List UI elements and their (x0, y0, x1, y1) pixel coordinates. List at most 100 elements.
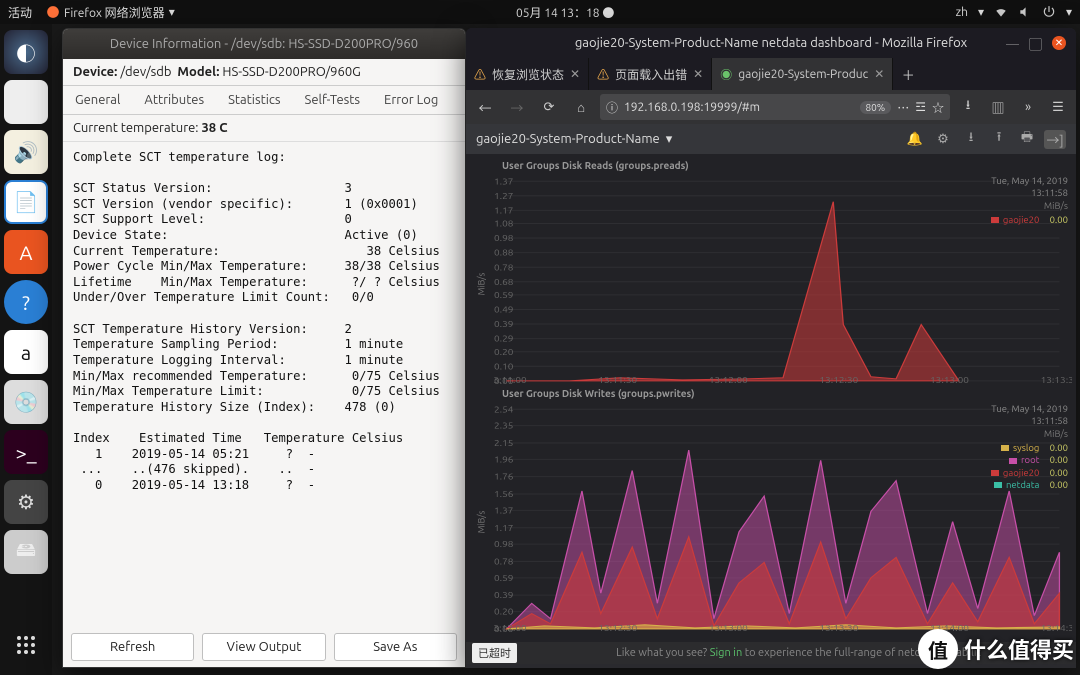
url-bar[interactable]: ⓘ 192.168.0.198:19999/#m 80% ⋯ ☲ ☆ (600, 94, 950, 120)
chart-pwrites[interactable]: MiB/s Tue, May 14, 2019 13:11:58 MiB/s s… (494, 399, 1072, 634)
svg-text:0.59: 0.59 (494, 573, 513, 583)
power-icon[interactable] (1042, 5, 1056, 19)
refresh-button[interactable]: Refresh (71, 633, 194, 661)
svg-text:0.20: 0.20 (494, 347, 513, 357)
back-button[interactable]: ← (472, 94, 498, 120)
signin-link[interactable]: Sign in (710, 647, 743, 659)
tab-attributes[interactable]: Attributes (132, 86, 216, 114)
ylabel: MiB/s (476, 510, 486, 533)
bell-icon[interactable]: 🔔 (904, 132, 926, 147)
svg-text:1.27: 1.27 (494, 191, 513, 201)
dock-app-libreoffice[interactable]: 📄 (4, 180, 48, 224)
activities-button[interactable]: 活动 (8, 4, 32, 21)
menu-icon[interactable]: ☰ (1046, 100, 1070, 115)
warning-icon: ⚠ (597, 66, 609, 83)
dock-app-files[interactable]: 🗂 (4, 80, 48, 124)
dock-app-software[interactable]: A (4, 230, 48, 274)
tab-load-error[interactable]: ⚠页面载入出错✕ (589, 58, 712, 90)
window-minimize-icon[interactable]: ─ (1006, 34, 1019, 53)
dock-app-deepin[interactable]: ◐ (4, 30, 48, 74)
dock-app-disks[interactable]: 💿 (4, 380, 48, 424)
dock-app-rhythmbox[interactable]: 🔊 (4, 130, 48, 174)
svg-text:2.54: 2.54 (494, 404, 513, 414)
volume-icon[interactable] (1018, 5, 1032, 19)
svg-text:0.39: 0.39 (494, 319, 513, 329)
signin-icon[interactable]: →] (1044, 130, 1066, 149)
svg-text:13:11:30: 13:11:30 (598, 375, 637, 385)
firefox-icon (46, 5, 60, 19)
svg-text:13:13:00: 13:13:00 (709, 623, 748, 633)
svg-text:13:13:30: 13:13:30 (819, 623, 858, 633)
show-applications[interactable] (4, 623, 48, 667)
dock-app-terminal[interactable]: >_ (4, 430, 48, 474)
close-icon[interactable]: ✕ (874, 67, 884, 81)
gear-icon[interactable]: ⚙ (932, 132, 954, 147)
device-info-head: Device: /dev/sdb Model: HS-SSD-D200PRO/9… (63, 59, 465, 86)
info-icon[interactable]: ⓘ (606, 99, 618, 116)
charts-area: User Groups Disk Reads (groups.preads) M… (466, 154, 1076, 642)
svg-text:13:12:30: 13:12:30 (819, 375, 858, 385)
svg-text:1.96: 1.96 (494, 454, 513, 464)
gsmart-window: Device Information - /dev/sdb: HS-SSD-D2… (62, 28, 466, 668)
svg-text:13:11:00: 13:11:00 (494, 375, 527, 385)
window-close-icon[interactable]: ✕ (1052, 36, 1066, 50)
view-output-button[interactable]: View Output (202, 633, 325, 661)
app-menu[interactable]: Firefox 网络浏览器 ▾ (46, 4, 175, 21)
downloads-icon[interactable]: ⭳ (956, 96, 980, 118)
reload-button[interactable]: ⟳ (536, 94, 562, 120)
new-tab-button[interactable]: ＋ (893, 58, 923, 90)
gsmart-titlebar[interactable]: Device Information - /dev/sdb: HS-SSD-D2… (63, 29, 465, 59)
firefox-tabstrip: ⚠恢复浏览状态✕ ⚠页面载入出错✕ ◉gaojie20-System-Produ… (466, 58, 1076, 90)
chart-preads[interactable]: MiB/s Tue, May 14, 2019 13:11:58 MiB/s g… (494, 171, 1072, 386)
svg-text:13:12:00: 13:12:00 (709, 375, 748, 385)
gsmart-tabs: General Attributes Statistics Self-Tests… (63, 86, 465, 115)
chart1-legend: Tue, May 14, 2019 13:11:58 MiB/s gaojie2… (991, 175, 1068, 226)
overflow-icon[interactable]: » (1016, 100, 1040, 114)
bookmark-star-icon[interactable]: ☆ (932, 99, 944, 116)
tab-netdata[interactable]: ◉gaojie20-System-Produc✕ (712, 58, 893, 90)
input-method[interactable]: zh (956, 6, 968, 19)
close-icon[interactable]: ✕ (570, 67, 580, 81)
tab-self-tests[interactable]: Self-Tests (293, 86, 372, 114)
svg-text:13:12:30: 13:12:30 (598, 623, 637, 633)
library-icon[interactable]: ▥ (986, 98, 1010, 117)
firefox-titlebar[interactable]: gaojie20-System-Product-Name netdata das… (466, 28, 1076, 58)
svg-text:1.37: 1.37 (494, 176, 513, 186)
home-button[interactable]: ⌂ (568, 94, 594, 120)
upload-icon[interactable]: ⭱ (988, 128, 1010, 150)
svg-text:1.08: 1.08 (494, 219, 513, 229)
realtime-badge[interactable]: 已超时 (472, 643, 517, 663)
window-maximize-icon[interactable]: ▢ (1029, 34, 1042, 53)
tab-statistics[interactable]: Statistics (216, 86, 292, 114)
svg-text:0.98: 0.98 (494, 539, 513, 549)
svg-text:0.49: 0.49 (494, 305, 513, 315)
wifi-icon[interactable] (994, 5, 1008, 19)
reader-icon[interactable]: ☲ (915, 100, 926, 114)
clock[interactable]: 05月 14 13：18 (516, 7, 600, 20)
tab-error-log[interactable]: Error Log (372, 86, 450, 114)
more-icon[interactable]: ⋯ (897, 99, 909, 116)
download-icon[interactable]: ⭳ (960, 128, 982, 150)
host-name[interactable]: gaojie20-System-Product-Name (476, 132, 660, 146)
chart2-legend: Tue, May 14, 2019 13:11:58 MiB/s syslog … (991, 403, 1068, 491)
svg-text:0.29: 0.29 (494, 334, 513, 344)
chart2-title: User Groups Disk Writes (groups.pwrites) (502, 388, 1072, 399)
dock-app-gsmart[interactable]: 🖴 (4, 530, 48, 574)
tab-restore-session[interactable]: ⚠恢复浏览状态✕ (466, 58, 589, 90)
zoom-badge[interactable]: 80% (860, 101, 892, 114)
save-as-button[interactable]: Save As (334, 633, 457, 661)
svg-text:0.78: 0.78 (494, 556, 513, 566)
svg-text:13:12:00: 13:12:00 (494, 623, 527, 633)
svg-text:13:13:30: 13:13:30 (1041, 375, 1072, 385)
dock-app-amazon[interactable]: a (4, 330, 48, 374)
svg-text:1.76: 1.76 (494, 472, 513, 482)
close-icon[interactable]: ✕ (693, 67, 703, 81)
firefox-toolbar: ← → ⟳ ⌂ ⓘ 192.168.0.198:19999/#m 80% ⋯ ☲… (466, 90, 1076, 124)
dock-app-settings[interactable]: ⚙ (4, 480, 48, 524)
dock-app-help[interactable]: ? (4, 280, 48, 324)
svg-text:1.56: 1.56 (494, 489, 513, 499)
tab-general[interactable]: General (63, 86, 132, 114)
print-icon[interactable]: 🖶 (1016, 128, 1038, 150)
sct-log-text[interactable]: Complete SCT temperature log: SCT Status… (63, 142, 465, 620)
ylabel: MiB/s (476, 272, 486, 295)
